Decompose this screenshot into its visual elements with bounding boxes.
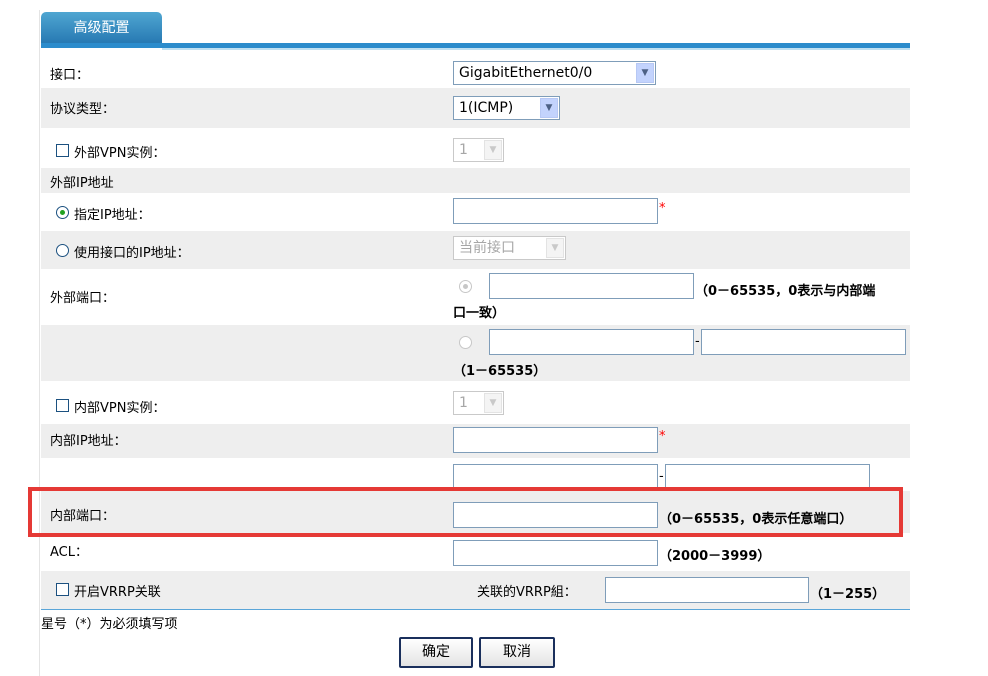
tab-underline-light: [162, 48, 910, 50]
row-protocol: 协议类型： 1(ICMP) ▼: [41, 88, 910, 128]
interface-ip-select-value: 当前接口: [459, 240, 515, 256]
tab-advanced-config[interactable]: 高级配置: [41, 12, 162, 43]
row-external-ip-header: 外部IP地址: [41, 168, 910, 193]
external-port-hint-cont: 口一致）: [453, 306, 506, 321]
cancel-button[interactable]: 取消: [479, 637, 555, 668]
interface-ip-select[interactable]: 当前接口 ▼: [453, 236, 566, 260]
external-port-range-radio[interactable]: [459, 336, 472, 349]
protocol-select-value: 1(ICMP): [459, 100, 514, 116]
specify-ip-input[interactable]: [453, 198, 658, 224]
external-vpn-checkbox[interactable]: [56, 144, 69, 157]
footer-separator: [41, 609, 910, 610]
vrrp-group-label: 关联的VRRP組：: [477, 585, 577, 600]
protocol-label: 协议类型：: [50, 102, 116, 117]
acl-label: ACL：: [50, 545, 88, 560]
row-internal-vpn: 内部VPN实例： 1 ▼: [41, 386, 910, 424]
highlight-box: [28, 487, 903, 537]
use-interface-ip-label: 使用接口的IP地址：: [74, 246, 190, 261]
chevron-down-icon[interactable]: ▼: [484, 393, 502, 413]
internal-vpn-checkbox[interactable]: [56, 399, 69, 412]
internal-ip-input[interactable]: [453, 427, 658, 453]
range-separator: -: [659, 469, 664, 484]
left-border: [39, 10, 40, 676]
external-port-hint: （0－65535，0表示与内部端: [695, 284, 876, 299]
vrrp-checkbox[interactable]: [56, 583, 69, 596]
acl-hint: （2000－3999）: [659, 549, 771, 564]
protocol-select[interactable]: 1(ICMP) ▼: [453, 96, 560, 120]
row-use-interface-ip: 使用接口的IP地址： 当前接口 ▼: [41, 231, 910, 269]
internal-vpn-value: 1: [459, 395, 468, 411]
interface-label: 接口：: [50, 68, 90, 83]
vrrp-label: 开启VRRP关联: [74, 585, 161, 600]
row-specify-ip: 指定IP地址： *: [41, 193, 910, 231]
external-port-input[interactable]: [489, 273, 694, 299]
vrrp-group-input[interactable]: [605, 577, 809, 603]
row-external-port-range: - （1－65535）: [41, 325, 910, 381]
external-port-single-radio[interactable]: [459, 280, 472, 293]
internal-vpn-select[interactable]: 1 ▼: [453, 391, 504, 415]
specify-ip-label: 指定IP地址：: [74, 208, 151, 223]
external-ip-header: 外部IP地址: [50, 176, 114, 191]
required-mark: *: [659, 429, 666, 444]
row-external-port: 外部端口： （0－65535，0表示与内部端 口一致）: [41, 269, 910, 325]
interface-select[interactable]: GigabitEthernet0/0 ▼: [453, 61, 656, 85]
external-port-range-start[interactable]: [489, 329, 694, 355]
row-acl: ACL： （2000－3999）: [41, 533, 910, 571]
use-interface-ip-radio[interactable]: [56, 244, 69, 257]
external-port-range-hint: （1－65535）: [453, 364, 547, 379]
row-vrrp: 开启VRRP关联 关联的VRRP組： （1－255）: [41, 571, 910, 609]
external-vpn-select[interactable]: 1 ▼: [453, 138, 504, 162]
chevron-down-icon[interactable]: ▼: [540, 98, 558, 118]
external-port-label: 外部端口：: [50, 291, 116, 306]
chevron-down-icon[interactable]: ▼: [546, 238, 564, 258]
internal-vpn-label: 内部VPN实例：: [74, 401, 166, 416]
required-mark: *: [659, 201, 666, 216]
required-note: 星号（*）为必须填写项: [41, 617, 178, 632]
range-separator: -: [695, 334, 700, 349]
external-vpn-label: 外部VPN实例：: [74, 146, 166, 161]
external-vpn-value: 1: [459, 142, 468, 158]
chevron-down-icon[interactable]: ▼: [636, 63, 654, 83]
vrrp-hint: （1－255）: [810, 587, 886, 602]
chevron-down-icon[interactable]: ▼: [484, 140, 502, 160]
acl-input[interactable]: [453, 540, 658, 566]
specify-ip-radio[interactable]: [56, 206, 69, 219]
ok-button[interactable]: 确定: [399, 637, 473, 668]
row-internal-ip: 内部IP地址： *: [41, 424, 910, 458]
internal-ip-label: 内部IP地址：: [50, 434, 127, 449]
row-interface: 接口： GigabitEthernet0/0 ▼: [41, 58, 910, 88]
external-port-range-end[interactable]: [701, 329, 906, 355]
row-external-vpn: 外部VPN实例： 1 ▼: [41, 128, 910, 168]
interface-select-value: GigabitEthernet0/0: [459, 65, 593, 81]
